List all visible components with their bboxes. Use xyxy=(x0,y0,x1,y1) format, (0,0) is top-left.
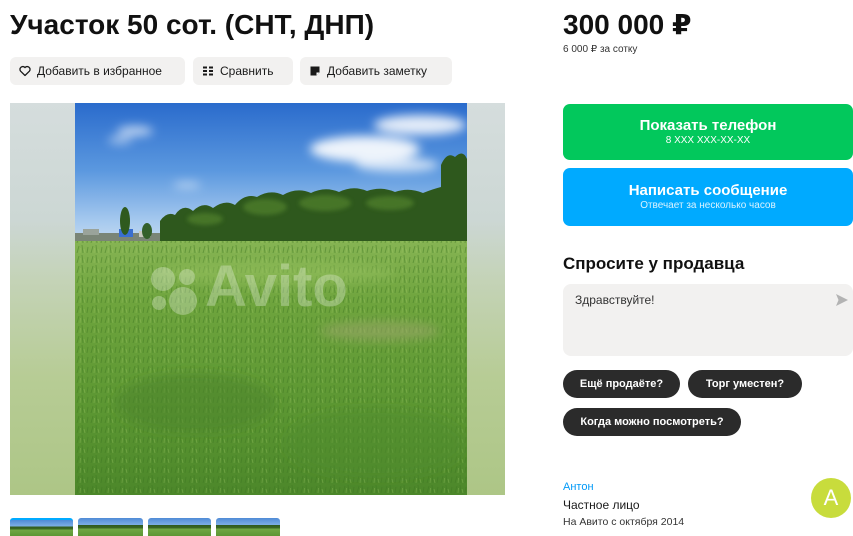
write-message-button[interactable]: Написать сообщение Отвечает за несколько… xyxy=(563,168,853,226)
add-note-button[interactable]: Добавить заметку xyxy=(300,57,452,85)
seller-avatar[interactable]: А xyxy=(811,478,851,518)
seller-name-link[interactable]: Антон xyxy=(563,481,594,494)
message-box: Здравствуйте! xyxy=(563,284,853,356)
compare-label: Сравнить xyxy=(220,64,274,78)
price-per-unit: 6 000 ₽ за сотку xyxy=(563,44,638,55)
response-time: Отвечает за несколько часов xyxy=(640,200,776,211)
ask-seller-heading: Спросите у продавца xyxy=(563,254,745,273)
avito-watermark: Avito xyxy=(205,254,348,319)
quick-reply-label: Торг уместен? xyxy=(705,378,785,390)
quick-reply-bargain[interactable]: Торг уместен? xyxy=(688,370,802,398)
add-to-favorites-label: Добавить в избранное xyxy=(37,64,162,78)
listing-title: Участок 50 сот. (СНТ, ДНП) xyxy=(10,9,375,40)
send-icon[interactable] xyxy=(835,293,849,307)
compare-button[interactable]: Сравнить xyxy=(193,57,293,85)
note-icon xyxy=(310,66,320,76)
quick-reply-label: Когда можно посмотреть? xyxy=(580,416,724,428)
seller-since: На Авито с октября 2014 xyxy=(563,516,685,528)
main-photo[interactable]: Avito xyxy=(75,103,467,495)
show-phone-label: Показать телефон xyxy=(639,117,777,134)
add-note-label: Добавить заметку xyxy=(327,64,427,78)
masked-phone: 8 XXX XXX-XX-XX xyxy=(665,135,751,146)
show-phone-button[interactable]: Показать телефон 8 XXX XXX-XX-XX xyxy=(563,104,853,160)
quick-reply-viewing-time[interactable]: Когда можно посмотреть? xyxy=(563,408,741,436)
price: 300 000 ₽ xyxy=(563,9,692,40)
photo-gallery[interactable]: Avito xyxy=(10,103,505,495)
write-message-label: Написать сообщение xyxy=(628,182,788,199)
compare-icon xyxy=(203,66,213,76)
quick-reply-still-selling[interactable]: Ещё продаёте? xyxy=(563,370,680,398)
photo-thumbnail[interactable] xyxy=(78,518,143,536)
message-input[interactable]: Здравствуйте! xyxy=(575,293,825,347)
heart-icon xyxy=(19,65,31,77)
photo-thumbnail[interactable] xyxy=(10,518,73,536)
photo-thumbnail[interactable] xyxy=(216,518,280,536)
seller-type: Частное лицо xyxy=(563,498,640,512)
add-to-favorites-button[interactable]: Добавить в избранное xyxy=(10,57,185,85)
avito-logo-icon xyxy=(151,267,197,315)
photo-thumbnail[interactable] xyxy=(148,518,211,536)
quick-reply-label: Ещё продаёте? xyxy=(579,378,664,390)
